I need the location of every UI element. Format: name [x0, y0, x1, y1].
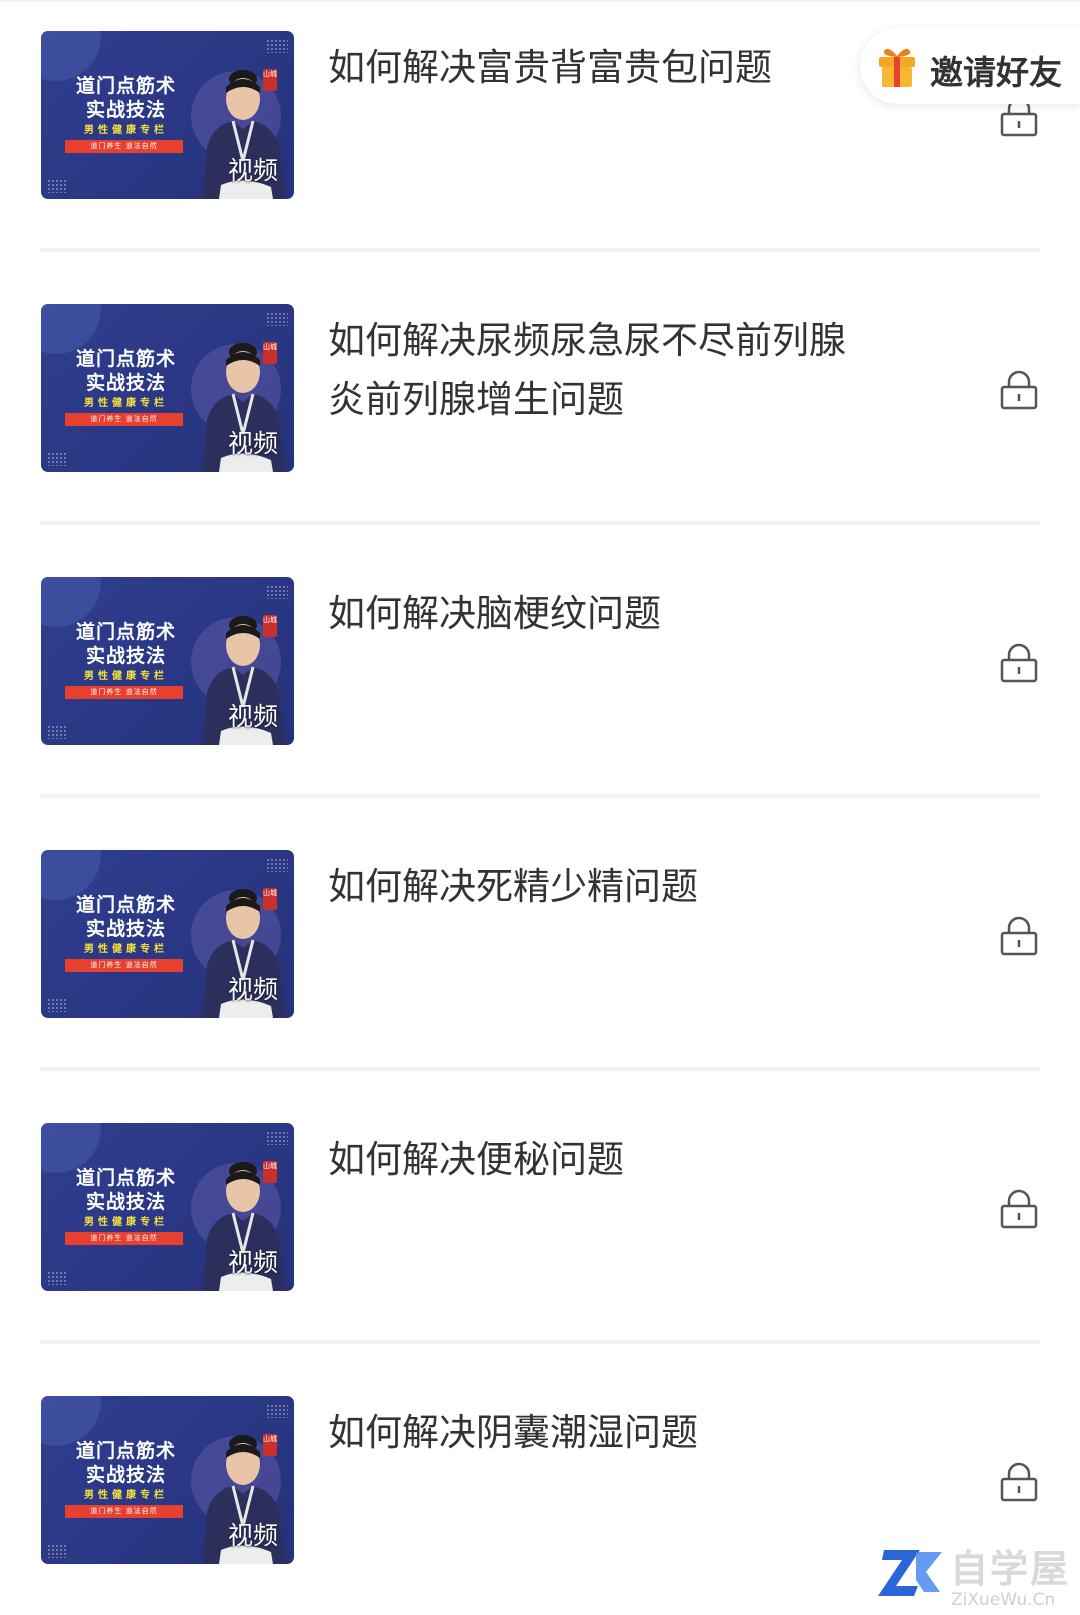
thumbnail-decoration: [47, 725, 67, 739]
video-badge: 视频: [227, 1248, 278, 1277]
course-thumbnail[interactable]: 道门点筋术 实战技法 男性健康专栏 道门养生 道法自然 山城 视频: [41, 850, 294, 1018]
thumbnail-decoration: [266, 585, 288, 599]
thumbnail-decoration: [266, 1131, 288, 1145]
thumbnail-decoration: [266, 312, 288, 326]
thumbnail-decoration: [266, 858, 288, 872]
thumbnail-banner: 道门养生 道法自然: [65, 140, 183, 153]
course-title[interactable]: 如何解决脑梗纹问题: [328, 584, 868, 643]
divider: [40, 1340, 1040, 1344]
thumbnail-decoration: [47, 1544, 67, 1558]
invite-label: 邀请好友: [930, 53, 1062, 92]
video-badge: 视频: [227, 702, 278, 731]
course-thumbnail[interactable]: 道门点筋术 实战技法 男性健康专栏 道门养生 道法自然 山城 视频: [41, 1396, 294, 1564]
course-thumbnail[interactable]: 道门点筋术 实战技法 男性健康专栏 道门养生 道法自然 山城 视频: [41, 1123, 294, 1291]
thumbnail-decoration: [266, 39, 288, 53]
course-thumbnail[interactable]: 道门点筋术 实战技法 男性健康专栏 道门养生 道法自然 山城 视频: [41, 304, 294, 472]
thumbnail-decoration: [47, 179, 67, 193]
course-title[interactable]: 如何解决阴囊潮湿问题: [328, 1403, 868, 1462]
list-item[interactable]: 道门点筋术 实战技法 男性健康专栏 道门养生 道法自然 山城 视频 如何解决便秘…: [0, 1092, 1080, 1344]
thumbnail-decoration: [47, 1271, 67, 1285]
thumbnail-banner: 道门养生 道法自然: [65, 959, 183, 972]
course-title[interactable]: 如何解决富贵背富贵包问题: [328, 38, 868, 97]
thumbnail-decoration: [47, 998, 67, 1012]
watermark-name: 自学屋: [950, 1547, 1071, 1591]
gift-icon: [879, 48, 915, 87]
divider: [40, 248, 1040, 252]
course-title[interactable]: 如何解决死精少精问题: [328, 857, 868, 916]
watermark-url: ZiXueWu.Cn: [951, 1590, 1056, 1610]
divider: [40, 1067, 1040, 1071]
course-title[interactable]: 如何解决尿频尿急尿不尽前列腺炎前列腺增生问题: [328, 311, 868, 429]
divider: [40, 521, 1040, 525]
list-item[interactable]: 道门点筋术 实战技法 男性健康专栏 道门养生 道法自然 山城 视频 如何解决脑梗…: [0, 546, 1080, 798]
lock-icon: [1000, 643, 1038, 683]
lock-icon: [1000, 1462, 1038, 1502]
course-thumbnail[interactable]: 道门点筋术 实战技法 男性健康专栏 道门养生 道法自然 山城 视频: [41, 31, 294, 199]
lock-icon: [1000, 370, 1038, 410]
video-badge: 视频: [227, 975, 278, 1004]
list-item[interactable]: 道门点筋术 实战技法 男性健康专栏 道门养生 道法自然 山城 视频 如何解决死精…: [0, 819, 1080, 1071]
invite-friends-button[interactable]: 邀请好友: [860, 28, 1080, 104]
watermark: 自学屋 ZiXueWu.Cn: [876, 1538, 1080, 1615]
lock-icon: [1000, 1189, 1038, 1229]
video-badge: 视频: [227, 1521, 278, 1550]
lock-icon: [1000, 916, 1038, 956]
course-title[interactable]: 如何解决便秘问题: [328, 1130, 868, 1189]
course-thumbnail[interactable]: 道门点筋术 实战技法 男性健康专栏 道门养生 道法自然 山城 视频: [41, 577, 294, 745]
thumbnail-banner: 道门养生 道法自然: [65, 413, 183, 426]
list-item[interactable]: 道门点筋术 实战技法 男性健康专栏 道门养生 道法自然 山城 视频 如何解决尿频…: [0, 273, 1080, 525]
video-badge: 视频: [227, 156, 278, 185]
thumbnail-banner: 道门养生 道法自然: [65, 686, 183, 699]
thumbnail-banner: 道门养生 道法自然: [65, 1232, 183, 1245]
video-badge: 视频: [227, 429, 278, 458]
brand-logo: [878, 1550, 942, 1596]
thumbnail-decoration: [47, 452, 67, 466]
thumbnail-decoration: [266, 1404, 288, 1418]
thumbnail-banner: 道门养生 道法自然: [65, 1505, 183, 1518]
divider: [40, 794, 1040, 798]
